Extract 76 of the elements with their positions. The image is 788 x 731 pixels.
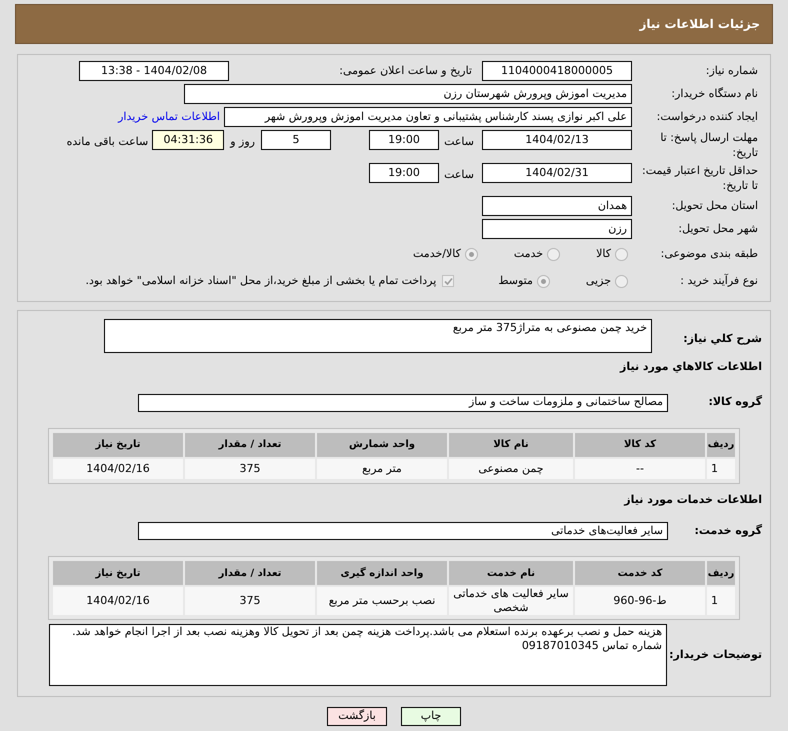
- field-label: مهلت ارسال پاسخ: تا تاریخ:: [659, 130, 759, 160]
- radio-label: کالا/خدمت: [413, 246, 461, 262]
- print-button[interactable]: چاپ: [401, 707, 461, 726]
- field-label: حداقل تاریخ اعتبار قیمت: تا تاریخ:: [641, 163, 759, 193]
- column-header: تعداد / مقدار: [185, 561, 315, 585]
- text-field[interactable]: رزن: [482, 219, 632, 239]
- text-field[interactable]: 1104000418000005: [482, 61, 632, 81]
- column-header: نام خدمت: [449, 561, 573, 585]
- description-box[interactable]: خرید چمن مصنوعی به متراژ375 متر مربع: [104, 319, 652, 353]
- radio-button[interactable]: [464, 248, 478, 260]
- radio-label: خدمت: [514, 246, 544, 262]
- table-cell: چمن مصنوعی: [449, 458, 573, 478]
- column-header: نام کالا: [449, 432, 573, 456]
- field-label: طبقه بندی موضوعی:: [660, 246, 759, 262]
- radio-button[interactable]: [547, 248, 560, 260]
- text-field[interactable]: 19:00: [369, 163, 439, 183]
- field-label: ساعت: [443, 167, 475, 183]
- table-cell: ط-96-960: [575, 587, 705, 615]
- section-heading: اطلاعات خدمات مورد نیاز: [622, 492, 763, 508]
- checkbox[interactable]: [442, 275, 454, 287]
- radio-label: جزیی: [586, 272, 611, 289]
- field-label: نوع فرآیند خرید :: [679, 272, 759, 289]
- text-field[interactable]: مصالح ساختمانی و ملزومات ساخت و ساز: [138, 394, 668, 412]
- field-label: استان محل تحویل:: [670, 198, 759, 214]
- text-field[interactable]: علی اکبر نوازی پسند کارشناس پشتیبانی و تعاون مدیریت اموزش وپرورش شهر: [224, 107, 632, 127]
- column-header: ردیف: [707, 561, 735, 585]
- column-header: تاریخ نیاز: [53, 432, 183, 456]
- text-field[interactable]: 5: [261, 130, 331, 150]
- countdown-field[interactable]: 04:31:36: [152, 130, 224, 150]
- column-header: تعداد / مقدار: [185, 432, 315, 456]
- column-header: کد کالا: [575, 432, 705, 456]
- table-cell: سایر فعالیت های خدماتی شخصی: [449, 587, 573, 615]
- table-cell: 1: [707, 587, 735, 615]
- table-cell: متر مربع: [317, 458, 447, 478]
- payment-note: پرداخت تمام یا بخشی از مبلغ خرید،از محل "اسناد خزانه اسلامی" خواهد بود.: [86, 272, 436, 289]
- text-field[interactable]: سایر فعالیت‌های خدماتی: [138, 522, 668, 540]
- field-label: گروه خدمت:: [693, 522, 763, 539]
- buyer-contact-link[interactable]: اطلاعات تماس خریدار: [118, 108, 220, 126]
- field-label: ساعت باقی مانده: [66, 134, 150, 150]
- text-field[interactable]: 1404/02/13: [482, 130, 632, 150]
- field-label: روز و: [228, 134, 256, 150]
- column-header: کد خدمت: [575, 561, 705, 585]
- text-field[interactable]: 1404/02/08 - 13:38: [79, 61, 229, 81]
- column-header: تاریخ نیاز: [53, 561, 183, 585]
- text-field[interactable]: همدان: [482, 196, 632, 216]
- text-field[interactable]: 19:00: [369, 130, 439, 150]
- radio-button[interactable]: [615, 248, 628, 260]
- field-label: شرح كلي نياز:: [682, 331, 763, 347]
- field-label: شهر محل تحویل:: [677, 220, 759, 237]
- table-cell: 1404/02/16: [53, 458, 183, 478]
- table-cell: نصب برحسب متر مربع: [317, 587, 447, 615]
- table-cell: --: [575, 458, 705, 478]
- buyer-notes-box[interactable]: هزینه حمل و نصب برعهده برنده استعلام می باشد.پرداخت هزینه چمن بعد از تحویل کالا وهزینه نصب بعد از اجرا انجام خواهد شد. شماره تماس 09187010345: [49, 624, 667, 686]
- field-label: ایجاد کننده درخواست:: [656, 108, 759, 125]
- radio-label: کالا: [596, 246, 611, 262]
- back-button[interactable]: بازگشت: [327, 707, 387, 726]
- column-header: واحد اندازه گیری: [317, 561, 447, 585]
- field-label: ساعت: [443, 134, 475, 150]
- radio-button[interactable]: [615, 274, 628, 288]
- section-heading: اطلاعات كالاهاي مورد نياز: [618, 359, 763, 375]
- field-label: گروه کالا:: [707, 394, 763, 410]
- radio-button[interactable]: [536, 274, 550, 288]
- field-label: شماره نیاز:: [704, 62, 759, 79]
- field-label: تاریخ و ساعت اعلان عمومی:: [338, 62, 473, 79]
- text-field[interactable]: مدیریت اموزش وپرورش شهرستان رزن: [184, 84, 632, 104]
- field-label: توضیحات خریدار:: [668, 646, 763, 663]
- page-title: جزئیات اطلاعات نیاز: [639, 16, 760, 33]
- radio-label: متوسط: [498, 272, 533, 289]
- table-cell: 375: [185, 458, 315, 478]
- column-header: واحد شمارش: [317, 432, 447, 456]
- field-label: نام دستگاه خریدار:: [670, 86, 759, 102]
- column-header: ردیف: [707, 432, 735, 456]
- table-cell: 375: [185, 587, 315, 615]
- text-field[interactable]: 1404/02/31: [482, 163, 632, 183]
- table-cell: 1: [707, 458, 735, 478]
- table-cell: 1404/02/16: [53, 587, 183, 615]
